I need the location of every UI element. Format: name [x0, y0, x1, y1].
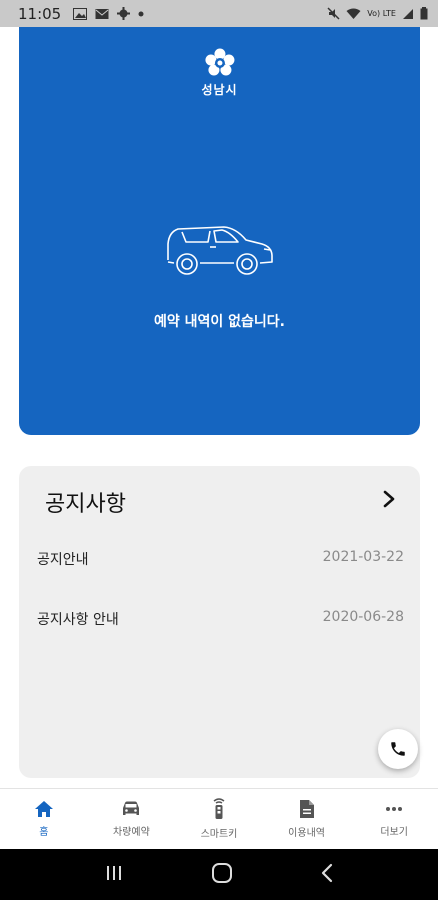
smart-key-icon [213, 798, 225, 819]
image-icon [73, 7, 88, 20]
nav-label: 차량예약 [112, 827, 150, 838]
settings-icon [117, 7, 131, 20]
status-left: 11:05 [18, 5, 144, 23]
nav-label: 홈 [39, 827, 49, 838]
call-button[interactable] [378, 729, 418, 769]
back-icon[interactable] [320, 863, 334, 887]
battery-icon [420, 7, 428, 20]
bottom-nav: 홈 차량예약 스마트키 이용내역 더보기 [0, 788, 438, 849]
nav-label: 이용내역 [288, 828, 325, 839]
signal-icon [402, 8, 414, 20]
status-time: 11:05 [18, 4, 62, 23]
nav-item-car-reservation[interactable]: 차량예약 [88, 789, 176, 849]
notice-item[interactable]: 공지안내 2021-03-22 [37, 549, 404, 569]
notice-card: 공지사항 공지안내 2021-03-22 공지사항 안내 2020-06-28 [19, 466, 420, 778]
chevron-right-icon[interactable] [380, 488, 398, 510]
city-logo: 성남시 [201, 47, 237, 98]
nav-item-smart-key[interactable]: 스마트키 [175, 789, 263, 849]
mute-icon [327, 7, 340, 20]
recents-icon[interactable] [104, 864, 124, 886]
notice-item-date: 2020-06-28 [322, 609, 404, 625]
notice-item-date: 2021-03-22 [322, 549, 404, 565]
network-label: Vo) LTE [367, 9, 396, 18]
phone-icon [391, 742, 405, 756]
wifi-icon [346, 8, 361, 20]
nav-label: 스마트키 [200, 829, 238, 840]
mail-icon [95, 8, 109, 20]
reservation-card: 성남시 예약 내역이 없습니다. [19, 27, 420, 435]
seongnam-emblem-icon [205, 48, 234, 76]
home-icon [34, 801, 53, 817]
dot-icon [138, 11, 144, 17]
nav-label: 더보기 [380, 827, 408, 838]
car-icon [123, 801, 140, 815]
notice-item-title: 공지사항 안내 [37, 612, 119, 628]
nav-item-home[interactable]: 홈 [0, 789, 88, 849]
system-nav-bar [0, 849, 438, 900]
nav-item-usage-history[interactable]: 이용내역 [263, 789, 351, 849]
notice-item-title: 공지안내 [37, 552, 89, 568]
empty-reservation-message: 예약 내역이 없습니다. [154, 314, 285, 330]
notice-item[interactable]: 공지사항 안내 2020-06-28 [37, 609, 404, 629]
nav-item-more[interactable]: 더보기 [350, 789, 438, 849]
notice-title[interactable]: 공지사항 [45, 486, 126, 518]
status-right: Vo) LTE [327, 7, 428, 20]
status-bar: 11:05 Vo) LTE [0, 0, 438, 27]
city-logo-text: 성남시 [201, 83, 238, 97]
more-icon [386, 807, 403, 811]
home-button-icon[interactable] [211, 862, 233, 888]
car-icon [167, 226, 273, 275]
document-icon [299, 800, 314, 818]
